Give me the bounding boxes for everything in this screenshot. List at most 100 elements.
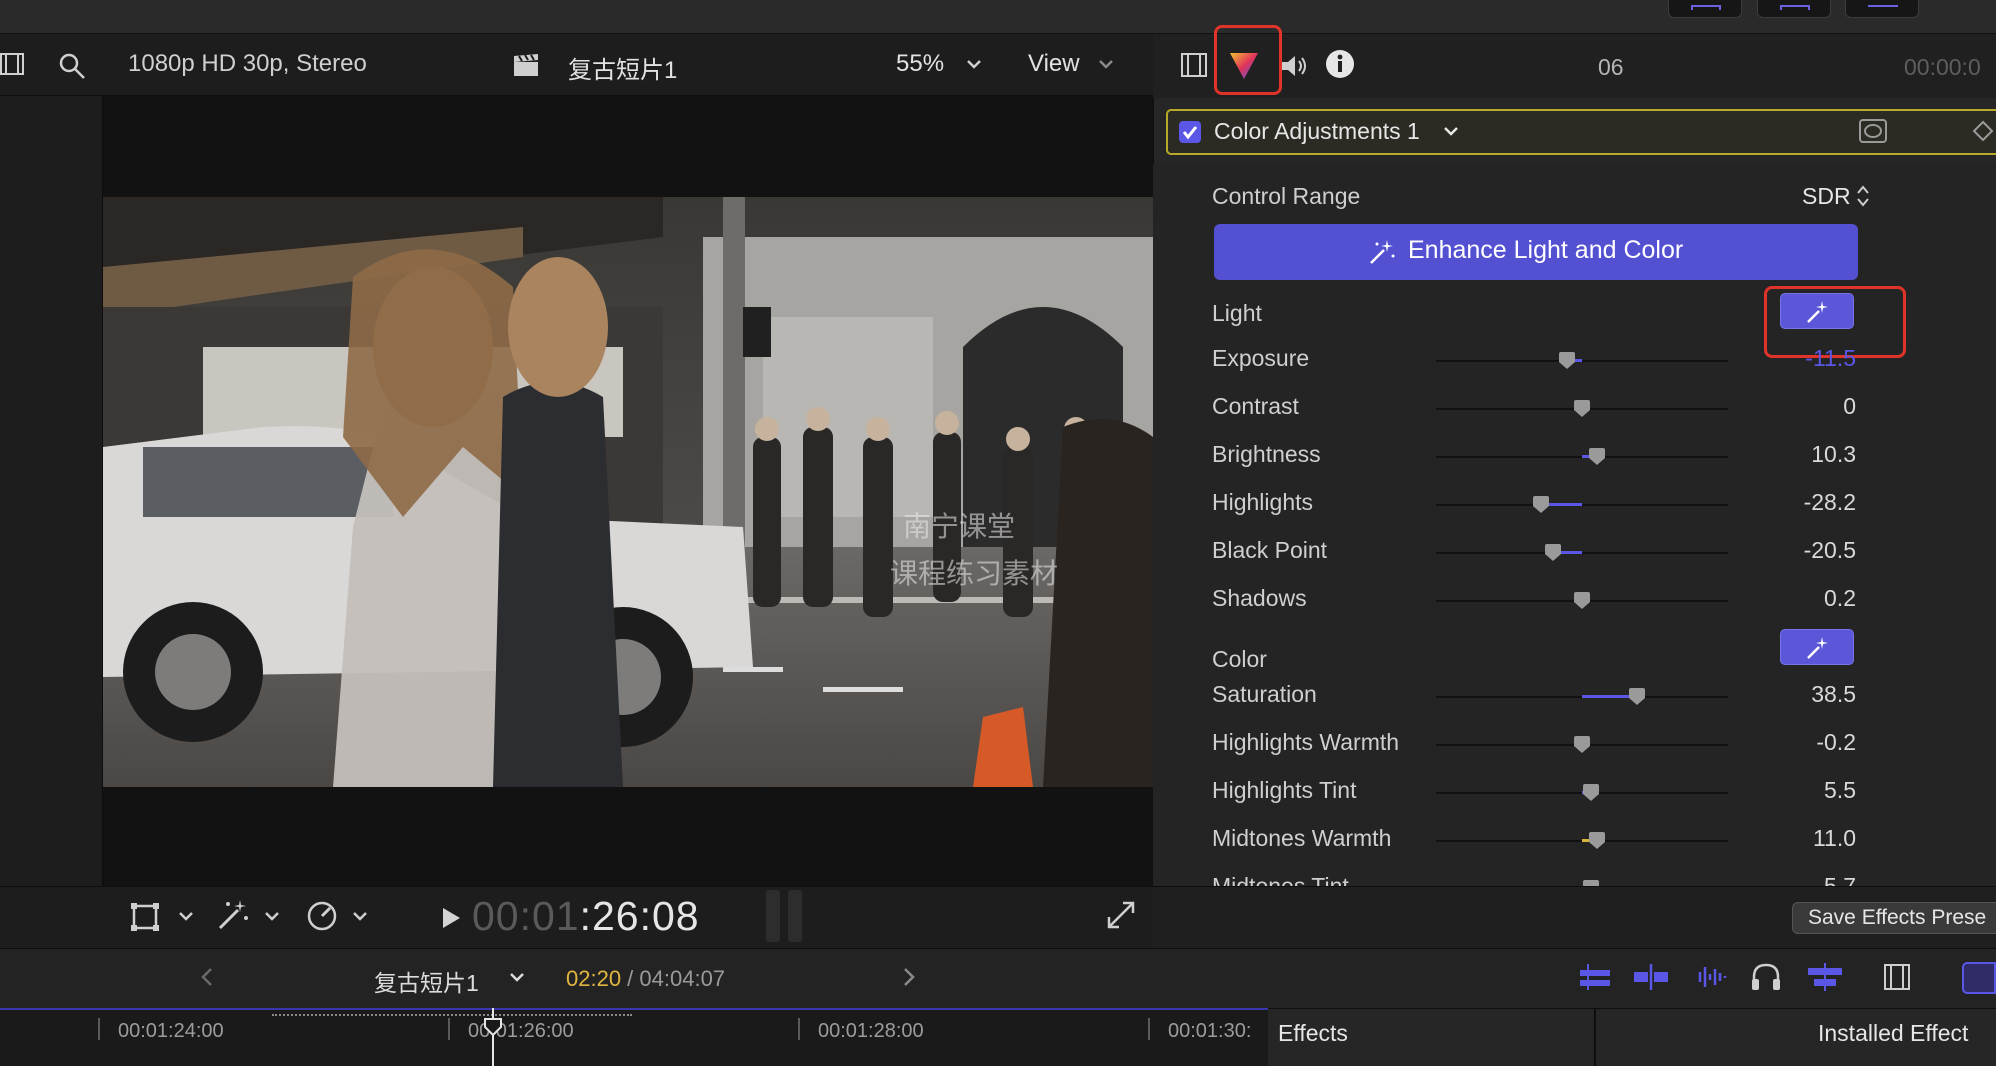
color-inspector-highlight [1214,25,1282,95]
browser-gutter [0,96,103,886]
chevron-down-icon[interactable] [510,972,524,982]
light-section-label: Light [1212,300,1262,326]
param-value[interactable]: 0.2 [1716,585,1856,612]
watermark-line-1: 南宁课堂 [903,511,1016,542]
audio-meter [766,890,804,942]
color-section-label: Color [1212,646,1267,672]
param-value[interactable]: -0.2 [1716,729,1856,756]
chevron-down-icon[interactable] [1444,126,1458,136]
filmstrip-icon[interactable] [0,52,26,78]
range-selection [272,1014,632,1016]
viewer-project-name[interactable]: 复古短片1 [568,50,677,85]
param-label: Midtones Tint [1212,873,1349,887]
param-value[interactable]: 5.5 [1716,777,1856,804]
param-slider-thumb[interactable] [1588,448,1605,466]
param-value[interactable]: 11.0 [1716,825,1856,852]
timecode-bright: :26:08 [579,893,700,939]
param-slider-thumb[interactable] [1533,496,1550,514]
back-arrow-icon[interactable] [200,967,214,987]
param-label: Brightness [1212,441,1321,467]
param-slider-track[interactable] [1436,360,1728,362]
transform-icon[interactable] [130,902,162,932]
ruler-label: 00:01:28:00 [818,1020,924,1042]
param-slider-thumb[interactable] [1574,736,1590,754]
param-slider-thumb[interactable] [1559,352,1576,370]
param-value[interactable]: 38.5 [1716,681,1856,708]
param-label: Highlights Warmth [1212,729,1400,755]
zoom-menu[interactable]: 55% [896,50,944,78]
control-range-label: Control Range [1212,183,1361,209]
timeline-separator: / [621,966,640,991]
chevron-down-icon[interactable] [1098,58,1114,70]
chevron-down-icon[interactable] [966,58,982,70]
snapping-icon[interactable] [1632,962,1670,992]
keyframe-diamond-icon[interactable] [1972,120,1994,142]
param-slider-thumb[interactable] [1582,784,1599,802]
chevron-down-icon[interactable] [264,910,280,922]
layout-button-3[interactable] [1845,0,1919,18]
effects-browser-toggle[interactable] [1962,962,1996,994]
param-slider-thumb[interactable] [1544,544,1561,562]
param-label: Highlights [1212,489,1313,515]
viewer-timecode[interactable]: 00:01:26:08 [472,893,700,940]
param-value[interactable]: -11.5 [1716,345,1856,372]
watermark-line-2: 课程练习素材 [890,558,1059,589]
color-auto-button[interactable] [1780,629,1854,665]
param-value[interactable]: -28.2 [1716,489,1856,516]
param-label: Saturation [1212,681,1317,707]
ruler-tick [1148,1018,1150,1040]
param-slider-thumb[interactable] [1629,688,1646,706]
chevron-down-icon[interactable] [178,910,194,922]
solo-icon[interactable] [1806,962,1844,992]
param-slider-track[interactable] [1436,552,1728,554]
param-value[interactable]: -20.5 [1716,537,1856,564]
ruler-tick [798,1018,800,1040]
effects-title: Effects [1278,1020,1348,1046]
param-label: Midtones Warmth [1212,825,1392,851]
param-slider-thumb[interactable] [1574,592,1590,610]
param-value[interactable]: 0 [1716,393,1856,420]
street-scene-image [103,197,1153,787]
video-inspector-icon[interactable] [1180,52,1210,80]
retime-speedometer-icon[interactable] [306,900,338,932]
layout-button-1[interactable] [1668,0,1742,18]
ruler-label: 00:01:30: [1168,1020,1252,1042]
playhead[interactable] [492,1008,494,1066]
play-icon[interactable] [440,906,462,930]
magic-sparkle-icon [1370,240,1395,264]
param-label: Contrast [1212,393,1299,419]
effect-name[interactable]: Color Adjustments 1 [1214,118,1420,145]
audio-skimming-icon[interactable] [1692,962,1728,992]
param-slider-thumb[interactable] [1588,832,1605,850]
forward-arrow-icon[interactable] [902,967,916,987]
inspector-header-number: 06 [1598,54,1624,80]
fullscreen-icon[interactable] [1106,900,1136,930]
inspector-header-timecode: 00:00:0 [1904,54,1981,80]
headphones-icon[interactable] [1750,962,1782,992]
checkmark-icon [1182,126,1198,140]
timeline-project-name[interactable]: 复古短片1 [374,964,479,998]
playhead-marker-icon[interactable] [484,1018,502,1037]
control-range-value[interactable]: SDR [1802,183,1851,210]
param-value[interactable]: 5.7 [1716,873,1856,887]
audio-inspector-icon[interactable] [1280,52,1310,80]
param-value[interactable]: 10.3 [1716,441,1856,468]
chevron-down-icon[interactable] [352,910,368,922]
param-slider-thumb[interactable] [1574,400,1590,418]
info-icon[interactable] [1324,48,1356,80]
installed-effects-title[interactable]: Installed Effect [1818,1020,1968,1047]
updown-chevron-icon[interactable] [1856,184,1870,208]
clip-appearance-icon[interactable] [1576,962,1614,992]
search-icon[interactable] [58,52,86,80]
param-label: Black Point [1212,537,1328,563]
mask-icon[interactable] [1858,118,1888,144]
layout-button-2[interactable] [1757,0,1831,18]
param-slider-track[interactable] [1436,504,1728,506]
magic-wand-icon[interactable] [216,898,250,932]
effect-enable-checkbox[interactable] [1179,121,1201,143]
ruler-tick [448,1018,450,1040]
timeline-duration: 04:04:07 [639,966,726,991]
view-menu[interactable]: View [1028,50,1080,78]
video-frame [103,197,1153,787]
filmstrip-icon[interactable] [1882,962,1912,992]
